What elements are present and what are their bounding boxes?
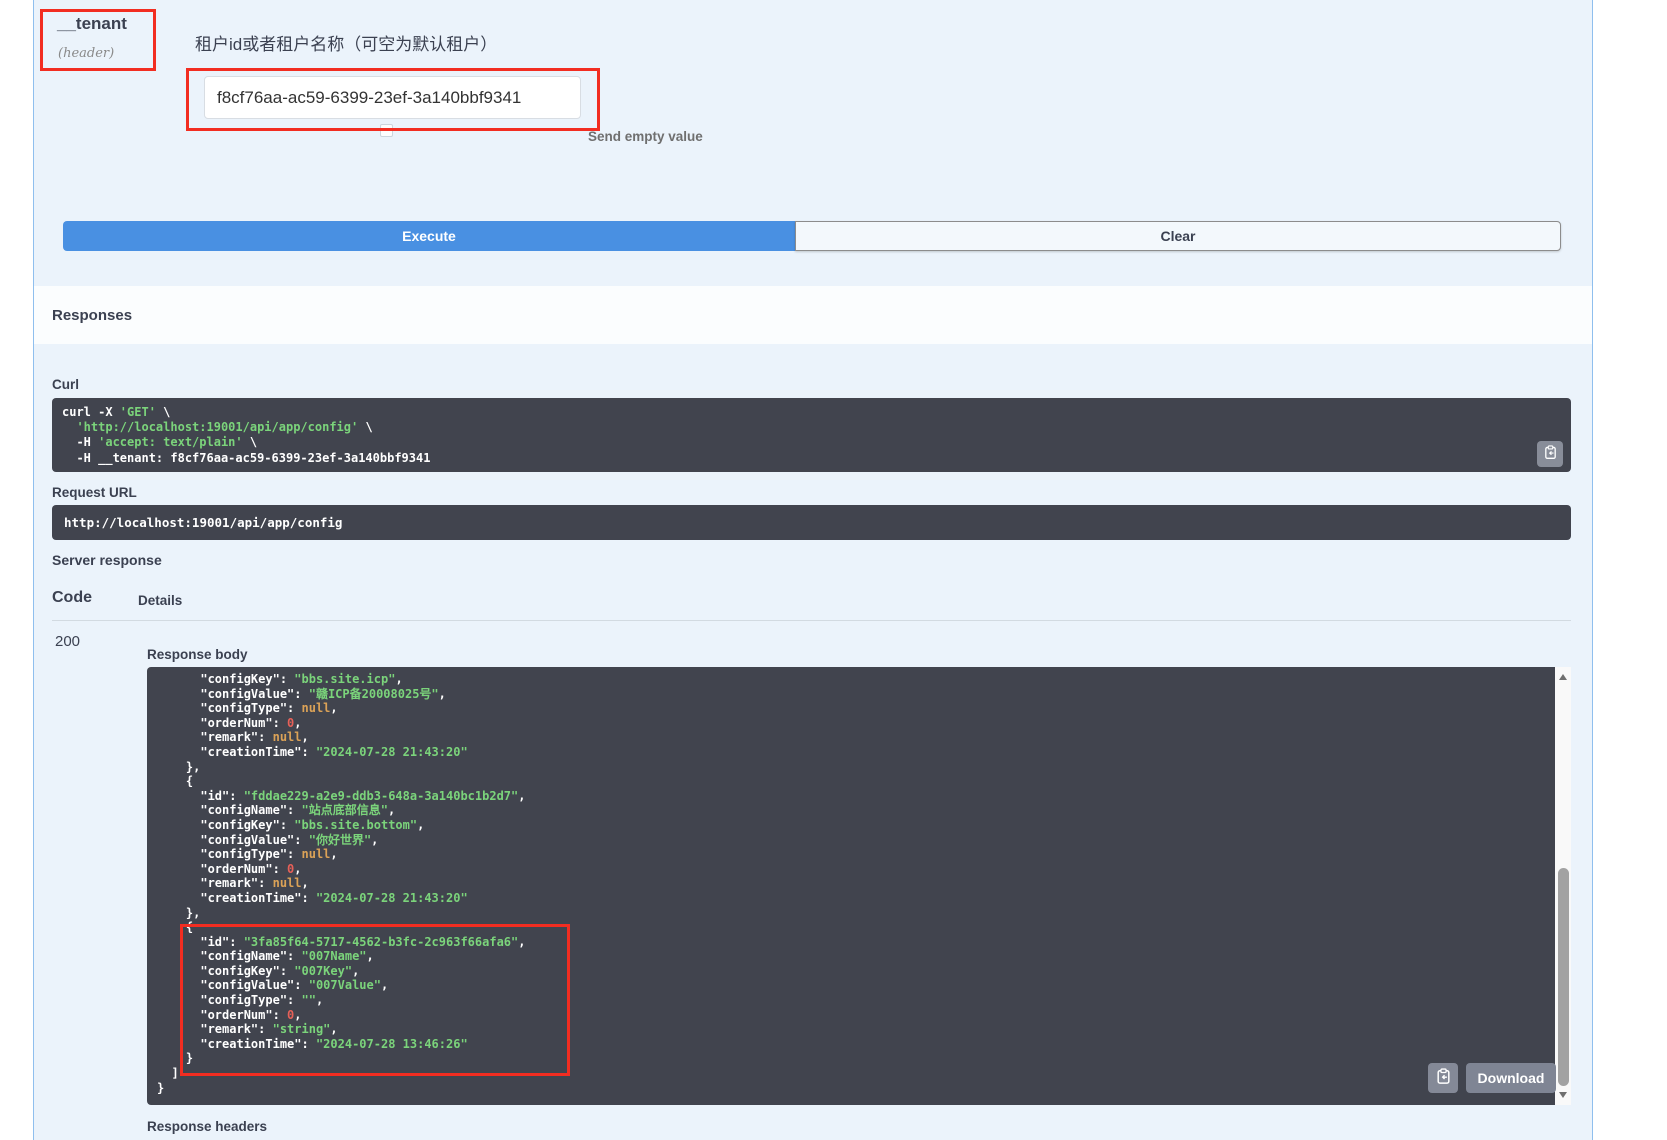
response-table-divider — [52, 620, 1571, 621]
parameter-description: 租户id或者租户名称（可空为默认租户） — [195, 30, 497, 55]
response-body-code[interactable]: "configKey": "bbs.site.icp", "configValu… — [147, 667, 1555, 1105]
scrollbar-thumb[interactable] — [1558, 868, 1569, 1086]
copy-clipboard-icon — [1543, 445, 1558, 463]
details-column-header: Details — [138, 593, 182, 608]
scrollbar-up-arrow-icon[interactable] — [1559, 674, 1567, 680]
send-empty-label: Send empty value — [588, 129, 703, 144]
swagger-operation-page: __tenant (header) 租户id或者租户名称（可空为默认租户） Se… — [0, 0, 1667, 1140]
curl-code-block[interactable]: curl -X 'GET' \ 'http://localhost:19001/… — [52, 398, 1571, 472]
responses-heading: Responses — [52, 307, 132, 324]
response-headers-label: Response headers — [147, 1119, 267, 1134]
copy-clipboard-icon — [1435, 1068, 1452, 1088]
download-button[interactable]: Download — [1466, 1063, 1556, 1093]
request-url-label: Request URL — [52, 485, 137, 500]
tenant-input[interactable] — [204, 76, 581, 119]
parameter-location: (header) — [58, 46, 114, 61]
response-body-scrollbar[interactable] — [1555, 667, 1571, 1105]
copy-response-button[interactable] — [1428, 1063, 1458, 1093]
copy-curl-button[interactable] — [1537, 441, 1563, 467]
scrollbar-down-arrow-icon[interactable] — [1559, 1092, 1567, 1098]
response-body-label: Response body — [147, 647, 248, 662]
server-response-label: Server response — [52, 552, 162, 568]
execute-button[interactable]: Execute — [63, 221, 795, 251]
parameter-name: __tenant — [57, 14, 127, 34]
response-status-code: 200 — [55, 633, 80, 650]
responses-section-header-bar — [34, 286, 1592, 344]
request-url-block: http://localhost:19001/api/app/config — [52, 505, 1571, 540]
code-column-header: Code — [52, 589, 92, 607]
clear-button[interactable]: Clear — [795, 221, 1561, 251]
send-empty-checkbox[interactable] — [380, 124, 393, 137]
curl-label: Curl — [52, 377, 79, 392]
